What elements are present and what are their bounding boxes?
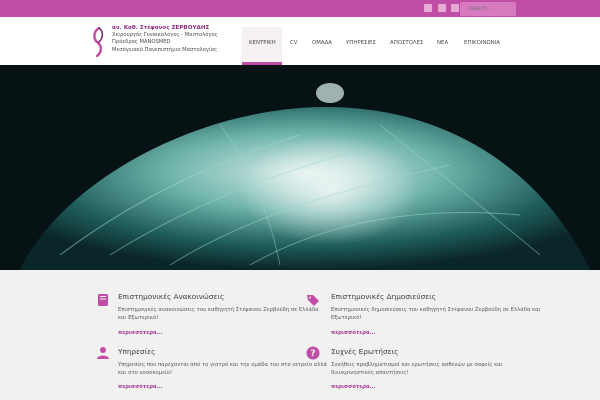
nav-active-indicator [242, 27, 282, 65]
social-icon[interactable] [424, 4, 432, 12]
more-link[interactable]: περισσότερα... [118, 330, 163, 336]
brand-line: Μεσόγειακό Πανεπιστήμιο Μαστολογίας [112, 46, 218, 53]
nav-item-team[interactable]: ΟΜΑΔΑ [312, 40, 332, 46]
nav-item-cv[interactable]: CV [290, 40, 297, 46]
feature-text: Υπηρεσίες που παρέχονται από το γιατρό κ… [118, 362, 328, 376]
nav-item-contact[interactable]: ΕΠΙΚΟΙΝΩΝΙΑ [464, 40, 500, 46]
feature-title: Υπηρεσίες [118, 347, 156, 356]
more-link[interactable]: περισσότερα... [331, 330, 376, 336]
feature-title: Συχνές Ερωτήσεις [331, 347, 399, 356]
search-input[interactable] [460, 2, 516, 16]
social-icon[interactable] [451, 4, 459, 12]
nav-item-services[interactable]: ΥΠΗΡΕΣΙΕΣ [346, 40, 376, 46]
features-section: Επιστημονικές Ανακοινώσεις Επιστημονικές… [0, 270, 600, 400]
top-bar [0, 0, 600, 17]
feature-text: Συνήθεις προβληματισμοί και ερωτήσεις ασ… [331, 362, 503, 376]
nav-item-news[interactable]: ΝΕΑ [437, 40, 448, 46]
feature-title: Επιστημονικές Ανακοινώσεις [118, 292, 225, 301]
question-icon: ? [306, 346, 320, 360]
site-header: αν. Καθ. Στέφανος ΖΕΡΒΟΥΔΗΣ Χειρουργός Γ… [0, 17, 600, 65]
hero-mammogram-image [0, 65, 600, 270]
ribbon-logo-icon[interactable] [92, 27, 106, 57]
more-link[interactable]: περισσότερα... [118, 384, 163, 390]
social-icon[interactable] [438, 4, 446, 12]
book-icon [98, 294, 108, 306]
more-link[interactable]: περισσότερα... [331, 384, 376, 390]
user-icon [97, 347, 109, 359]
feature-text: Επιστημονικές δημοσιεύσεις του καθηγητή … [331, 307, 541, 321]
svg-text:?: ? [310, 349, 315, 359]
nav-item-home[interactable]: ΚΕΝΤΡΙΚΗ [249, 40, 276, 46]
nav-item-missions[interactable]: ΑΠΟΣΤΟΛΕΣ [390, 40, 423, 46]
feature-title: Επιστημονικές Δημοσιεύσεις [331, 292, 436, 301]
feature-text: Επιστημονικές ανακοινώσεις του καθηγητή … [118, 307, 319, 321]
brand-block: αν. Καθ. Στέφανος ΖΕΡΒΟΥΔΗΣ Χειρουργός Γ… [112, 25, 218, 54]
mammogram-illustration [0, 65, 600, 270]
tags-icon [307, 295, 319, 306]
brand-line: Πρόεδρος MANOSMED [112, 39, 171, 46]
